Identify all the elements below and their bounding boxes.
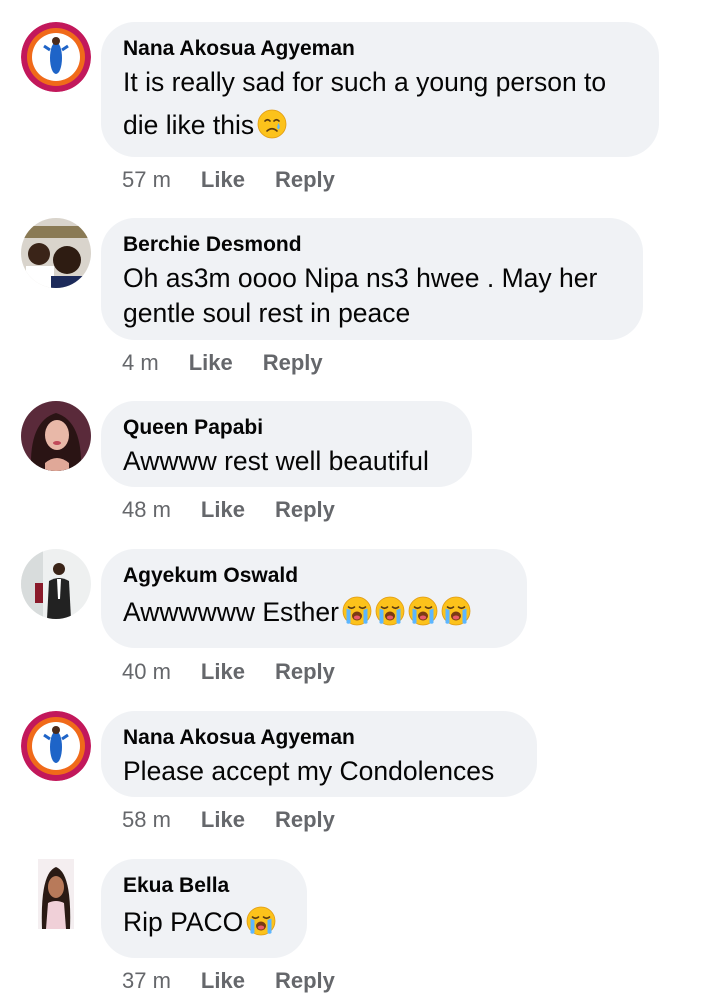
comment-meta: 37 m Like Reply: [122, 968, 335, 994]
avatar[interactable]: [21, 549, 91, 619]
comment-author[interactable]: Queen Papabi: [123, 415, 450, 441]
like-button[interactable]: Like: [201, 497, 245, 523]
comment-time: 57 m: [122, 167, 171, 192]
comment-meta: 48 m Like Reply: [122, 497, 335, 523]
comment-time: 48 m: [122, 497, 171, 522]
like-button[interactable]: Like: [189, 350, 233, 376]
avatar[interactable]: [21, 711, 91, 781]
comment-text-line2: gentle soul rest in peace: [123, 298, 411, 328]
reply-button[interactable]: Reply: [275, 497, 335, 523]
avatar[interactable]: [38, 859, 74, 929]
loudly-crying-face-icon: [408, 596, 438, 626]
loudly-crying-face-icon: [246, 906, 276, 936]
like-button[interactable]: Like: [201, 807, 245, 833]
comment-meta: 58 m Like Reply: [122, 807, 335, 833]
avatar[interactable]: [21, 401, 91, 471]
comment-text: Please accept my Condolences: [123, 756, 495, 786]
comment-bubble: Nana Akosua Agyeman It is really sad for…: [101, 22, 659, 157]
comment-author[interactable]: Agyekum Oswald: [123, 563, 505, 589]
comment-text: Awwwwww Esther: [123, 595, 505, 630]
avatar[interactable]: [21, 218, 91, 288]
comment-bubble: Ekua Bella Rip PACO: [101, 859, 307, 958]
comment-author[interactable]: Ekua Bella: [123, 873, 285, 899]
loudly-crying-face-icon: [342, 596, 372, 626]
comment-bubble: Queen Papabi Awwww rest well beautiful: [101, 401, 472, 487]
comment-text: Oh as3m oooo Nipa ns3 hwee . May her: [123, 263, 598, 293]
like-button[interactable]: Like: [201, 167, 245, 193]
reply-button[interactable]: Reply: [275, 659, 335, 685]
reply-button[interactable]: Reply: [275, 167, 335, 193]
comment-author[interactable]: Nana Akosua Agyeman: [123, 725, 515, 751]
reply-button[interactable]: Reply: [275, 968, 335, 994]
comment-meta: 40 m Like Reply: [122, 659, 335, 685]
like-button[interactable]: Like: [201, 659, 245, 685]
loudly-crying-face-icon: [441, 596, 471, 626]
like-button[interactable]: Like: [201, 968, 245, 994]
comment-text-line2: die like this: [123, 108, 637, 143]
comment-time: 4 m: [122, 350, 159, 375]
comment-time: 58 m: [122, 807, 171, 832]
reply-button[interactable]: Reply: [275, 807, 335, 833]
comment-text: Awwww rest well beautiful: [123, 446, 429, 476]
comment-author[interactable]: Berchie Desmond: [123, 232, 621, 258]
loudly-crying-face-icon: [375, 596, 405, 626]
comment-bubble: Nana Akosua Agyeman Please accept my Con…: [101, 711, 537, 797]
comment-meta: 4 m Like Reply: [122, 350, 323, 376]
comment-meta: 57 m Like Reply: [122, 167, 335, 193]
crying-face-icon: [257, 109, 287, 139]
avatar[interactable]: [21, 22, 91, 92]
comment-bubble: Berchie Desmond Oh as3m oooo Nipa ns3 hw…: [101, 218, 643, 340]
comment-author[interactable]: Nana Akosua Agyeman: [123, 36, 637, 62]
comment-time: 40 m: [122, 659, 171, 684]
comment-text: Rip PACO: [123, 905, 285, 940]
comment-text: It is really sad for such a young person…: [123, 67, 607, 97]
reply-button[interactable]: Reply: [263, 350, 323, 376]
comment-bubble: Agyekum Oswald Awwwwww Esther: [101, 549, 527, 648]
comment-time: 37 m: [122, 968, 171, 993]
